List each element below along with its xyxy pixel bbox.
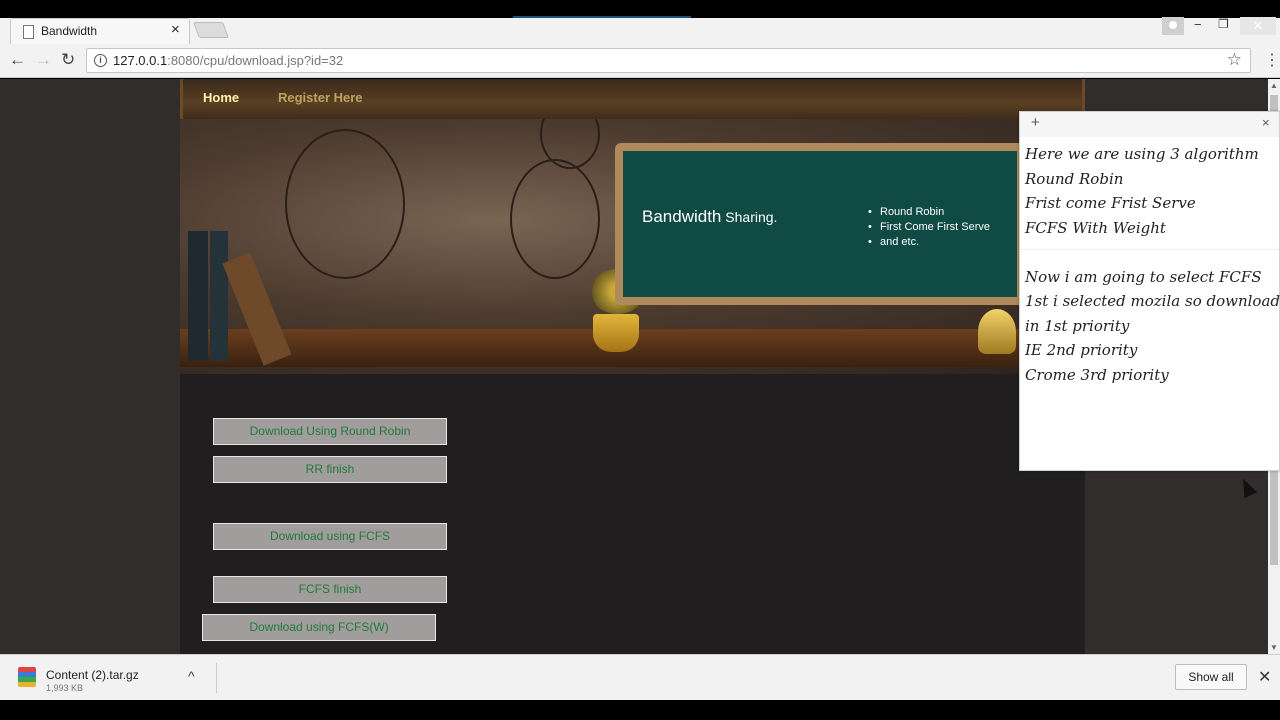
maximize-button[interactable]: ❐ (1218, 17, 1229, 31)
note-line: FCFS With Weight (1025, 219, 1166, 237)
site-nav: Home Register Here (180, 79, 1085, 119)
bottom-strip (0, 700, 1280, 720)
window-close-button[interactable]: ✕ (1240, 17, 1276, 35)
download-fcfs-weight-button[interactable]: Download using FCFS(W) (202, 614, 436, 641)
scroll-up-arrow[interactable]: ▲ (1270, 81, 1278, 90)
download-round-robin-button[interactable]: Download Using Round Robin (213, 418, 447, 445)
sticky-note-header: + × (1020, 112, 1279, 137)
close-download-shelf-icon[interactable]: ✕ (1258, 667, 1271, 687)
site-container: Home Register Here Bandwidth Sharing. Ro… (180, 79, 1085, 654)
nav-register-link[interactable]: Register Here (278, 90, 363, 105)
archive-file-icon (18, 667, 36, 687)
download-file-name[interactable]: Content (2).tar.gz (46, 668, 139, 682)
note-line: Crome 3rd priority (1025, 366, 1169, 384)
rr-finish-button[interactable]: RR finish (213, 456, 447, 483)
note-line: 1st i selected mozila so download (1025, 292, 1280, 310)
book-image (188, 231, 208, 361)
note-divider (1020, 249, 1279, 250)
page-margin-left (0, 79, 180, 654)
note-line: Frist come Frist Serve (1025, 194, 1196, 212)
scroll-down-arrow[interactable]: ▼ (1270, 643, 1278, 652)
banner-list-item: Round Robin (868, 205, 990, 220)
address-bar[interactable]: i 127.0.0.1:8080/cpu/download.jsp?id=32 … (86, 48, 1251, 73)
bookmark-star-icon[interactable]: ☆ (1227, 50, 1242, 70)
close-note-icon[interactable]: × (1262, 115, 1270, 130)
browser-window: Bandwidth × − ❐ ✕ ← → ↻ i 127.0.0.1:8080… (0, 0, 1280, 720)
show-all-button[interactable]: Show all (1175, 664, 1247, 690)
url-path: :8080/cpu/download.jsp?id=32 (167, 53, 344, 68)
download-fcfs-button[interactable]: Download using FCFS (213, 523, 447, 550)
banner-title-sub: Sharing. (721, 209, 778, 225)
browser-menu-icon[interactable]: ⋮ (1264, 50, 1280, 70)
tab-strip (0, 18, 1280, 44)
note-line: Here we are using 3 algorithm (1025, 145, 1259, 163)
flower-pot-image (593, 314, 639, 352)
banner-list-item: and etc. (868, 235, 990, 250)
page-icon (23, 25, 34, 39)
new-tab-button[interactable] (193, 22, 229, 38)
note-line: IE 2nd priority (1025, 341, 1138, 359)
decorative-swirl (285, 129, 405, 279)
forward-button[interactable]: → (35, 50, 52, 70)
tab-bandwidth[interactable]: Bandwidth × (10, 18, 190, 44)
minimize-button[interactable]: − (1194, 17, 1202, 32)
header-banner: Bandwidth Sharing. Round Robin First Com… (180, 119, 1085, 374)
bell-image (978, 309, 1016, 354)
banner-title: Bandwidth Sharing. (642, 207, 777, 227)
banner-list-item: First Come First Serve (868, 220, 990, 235)
fcfs-finish-button[interactable]: FCFS finish (213, 576, 447, 603)
url-text[interactable]: 127.0.0.1:8080/cpu/download.jsp?id=32 (113, 53, 343, 68)
banner-title-main: Bandwidth (642, 207, 722, 226)
chevron-up-icon[interactable]: ^ (188, 668, 195, 684)
nav-home-link[interactable]: Home (203, 90, 239, 105)
download-divider (216, 663, 217, 693)
note-line: in 1st priority (1025, 317, 1130, 335)
add-note-icon[interactable]: + (1031, 114, 1040, 131)
profile-icon[interactable] (1162, 17, 1184, 35)
note-line: Round Robin (1025, 170, 1124, 188)
url-host: 127.0.0.1 (113, 53, 168, 68)
download-shelf: Content (2).tar.gz 1,993 KB ^ Show all ✕ (0, 654, 1280, 700)
note-line: Now i am going to select FCFS (1025, 268, 1262, 286)
decorative-swirl (510, 159, 600, 279)
info-icon[interactable]: i (94, 54, 107, 67)
book-image (210, 231, 228, 361)
sticky-note[interactable]: + × Here we are using 3 algorithm Round … (1019, 111, 1280, 471)
banner-list: Round Robin First Come First Serve and e… (868, 205, 990, 250)
back-button[interactable]: ← (9, 50, 26, 70)
reload-button[interactable]: ↻ (61, 50, 75, 70)
download-file-size: 1,993 KB (46, 683, 84, 693)
tab-title: Bandwidth (41, 24, 98, 38)
tab-close-icon[interactable]: × (171, 21, 180, 38)
